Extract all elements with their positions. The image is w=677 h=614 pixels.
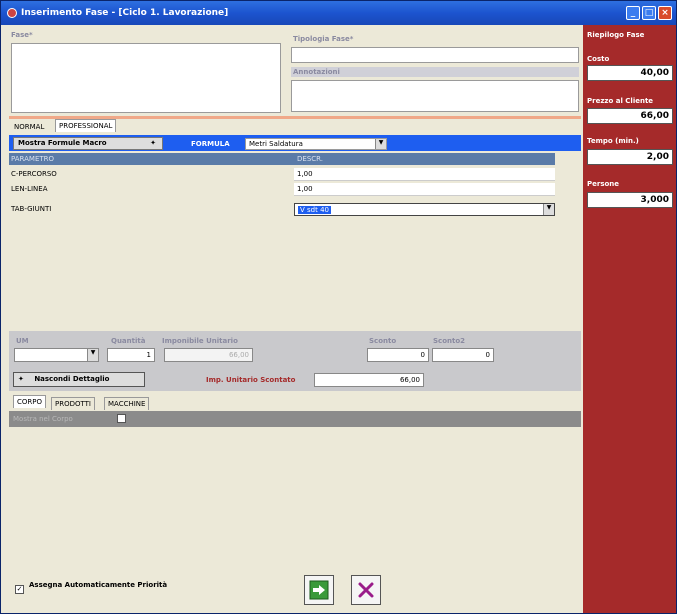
assegna-checkbox[interactable]: ✓: [15, 585, 24, 594]
imp-scontato-label: Imp. Unitario Scontato: [206, 376, 296, 384]
costo-label: Costo: [587, 55, 610, 63]
formula-label: FORMULA: [191, 140, 230, 148]
corpo-bar: Mostra nel Corpo: [9, 411, 581, 427]
table-row[interactable]: C-PERCORSO 1,00: [9, 168, 555, 181]
tab-macchine[interactable]: MACCHINE: [104, 397, 150, 410]
main-window: Inserimento Fase - [Ciclo 1. Lavorazione…: [0, 0, 677, 614]
confirm-arrow-icon: [309, 580, 329, 600]
grid-header: PARAMETRO DESCR.: [9, 153, 555, 165]
imponibile-input[interactable]: 66,00: [164, 348, 253, 362]
expand-icon: ✦: [150, 139, 156, 147]
row-value: 1,00: [297, 170, 313, 178]
mostra-nel-corpo-label: Mostra nel Corpo: [13, 415, 73, 423]
dropdown-arrow-icon[interactable]: ▼: [87, 349, 98, 361]
row-value: V sdt 40: [298, 206, 331, 214]
cancel-x-icon: [358, 582, 374, 598]
fase-label: Fase*: [11, 31, 33, 39]
row-value-cell[interactable]: 1,00: [294, 183, 555, 196]
riepilogo-title: Riepilogo Fase: [587, 31, 645, 39]
sconto2-label: Sconto2: [433, 337, 466, 345]
row-param: LEN-LINEA: [11, 185, 48, 193]
tipologia-input[interactable]: [291, 47, 579, 63]
imp-scontato-input[interactable]: 66,00: [314, 373, 424, 387]
tab-normal[interactable]: NORMAL: [11, 121, 48, 133]
header-descr: DESCR.: [297, 155, 323, 163]
minimize-icon[interactable]: _: [626, 6, 640, 20]
table-row[interactable]: TAB-GIUNTI V sdt 40 ▼: [9, 203, 555, 216]
um-label: UM: [16, 337, 29, 345]
sconto-input[interactable]: 0: [367, 348, 429, 362]
collapse-icon: ✦: [18, 375, 24, 383]
nascondi-label: Nascondi Dettaglio: [34, 375, 110, 383]
tab-prodotti[interactable]: PRODOTTI: [51, 397, 95, 410]
sconto2-input[interactable]: 0: [432, 348, 494, 362]
confirm-button[interactable]: [304, 575, 334, 605]
quantita-label: Quantità: [111, 337, 146, 345]
nascondi-dettaglio-button[interactable]: ✦ Nascondi Dettaglio: [13, 372, 145, 387]
imponibile-label: Imponibile Unitario: [162, 337, 238, 345]
tab-corpo[interactable]: CORPO: [13, 395, 46, 408]
riepilogo-panel: Riepilogo Fase Costo 40,00 Prezzo al Cli…: [583, 25, 676, 613]
table-row[interactable]: LEN-LINEA 1,00: [9, 183, 555, 196]
sconto-label: Sconto: [369, 337, 397, 345]
formula-select-value: Metri Saldatura: [249, 140, 303, 148]
row-value-select[interactable]: V sdt 40 ▼: [294, 203, 555, 216]
prezzo-value: 66,00: [587, 108, 673, 124]
dropdown-arrow-icon[interactable]: ▼: [375, 139, 386, 149]
row-param: TAB-GIUNTI: [11, 205, 52, 213]
prezzo-label: Prezzo al Cliente: [587, 97, 654, 105]
title-bar[interactable]: Inserimento Fase - [Ciclo 1. Lavorazione…: [1, 1, 676, 25]
mostra-formule-macro-button[interactable]: Mostra Formule Macro ✦: [13, 137, 163, 150]
formula-select[interactable]: Metri Saldatura ▼: [245, 138, 387, 150]
dropdown-arrow-icon[interactable]: ▼: [543, 204, 554, 215]
maximize-icon[interactable]: □: [642, 6, 656, 20]
annotazioni-header: Annotazioni: [291, 67, 579, 77]
um-select[interactable]: ▼: [14, 348, 99, 362]
cancel-button[interactable]: [351, 575, 381, 605]
tab-professional[interactable]: PROFESSIONAL: [55, 119, 117, 132]
row-value: 1,00: [297, 185, 313, 193]
annotazioni-textarea[interactable]: [291, 80, 579, 112]
close-icon[interactable]: ×: [658, 6, 672, 20]
mostra-formule-label: Mostra Formule Macro: [18, 139, 107, 147]
annotazioni-label: Annotazioni: [293, 68, 340, 76]
row-value-cell[interactable]: 1,00: [294, 168, 555, 181]
header-parametro: PARAMETRO: [11, 155, 55, 163]
costo-value: 40,00: [587, 65, 673, 81]
tempo-value: 2,00: [587, 149, 673, 165]
tempo-label: Tempo (min.): [587, 137, 639, 145]
row-param: C-PERCORSO: [11, 170, 57, 178]
app-icon: [7, 8, 17, 18]
window-title: Inserimento Fase - [Ciclo 1. Lavorazione…: [21, 8, 229, 18]
tipologia-label: Tipologia Fase*: [293, 35, 354, 43]
fase-textarea[interactable]: [11, 43, 281, 113]
checkbox-icon[interactable]: [117, 414, 126, 423]
persone-value: 3,000: [587, 192, 673, 208]
quantita-input[interactable]: 1: [107, 348, 155, 362]
assegna-label: Assegna Automaticamente Priorità: [29, 581, 168, 589]
persone-label: Persone: [587, 180, 620, 188]
